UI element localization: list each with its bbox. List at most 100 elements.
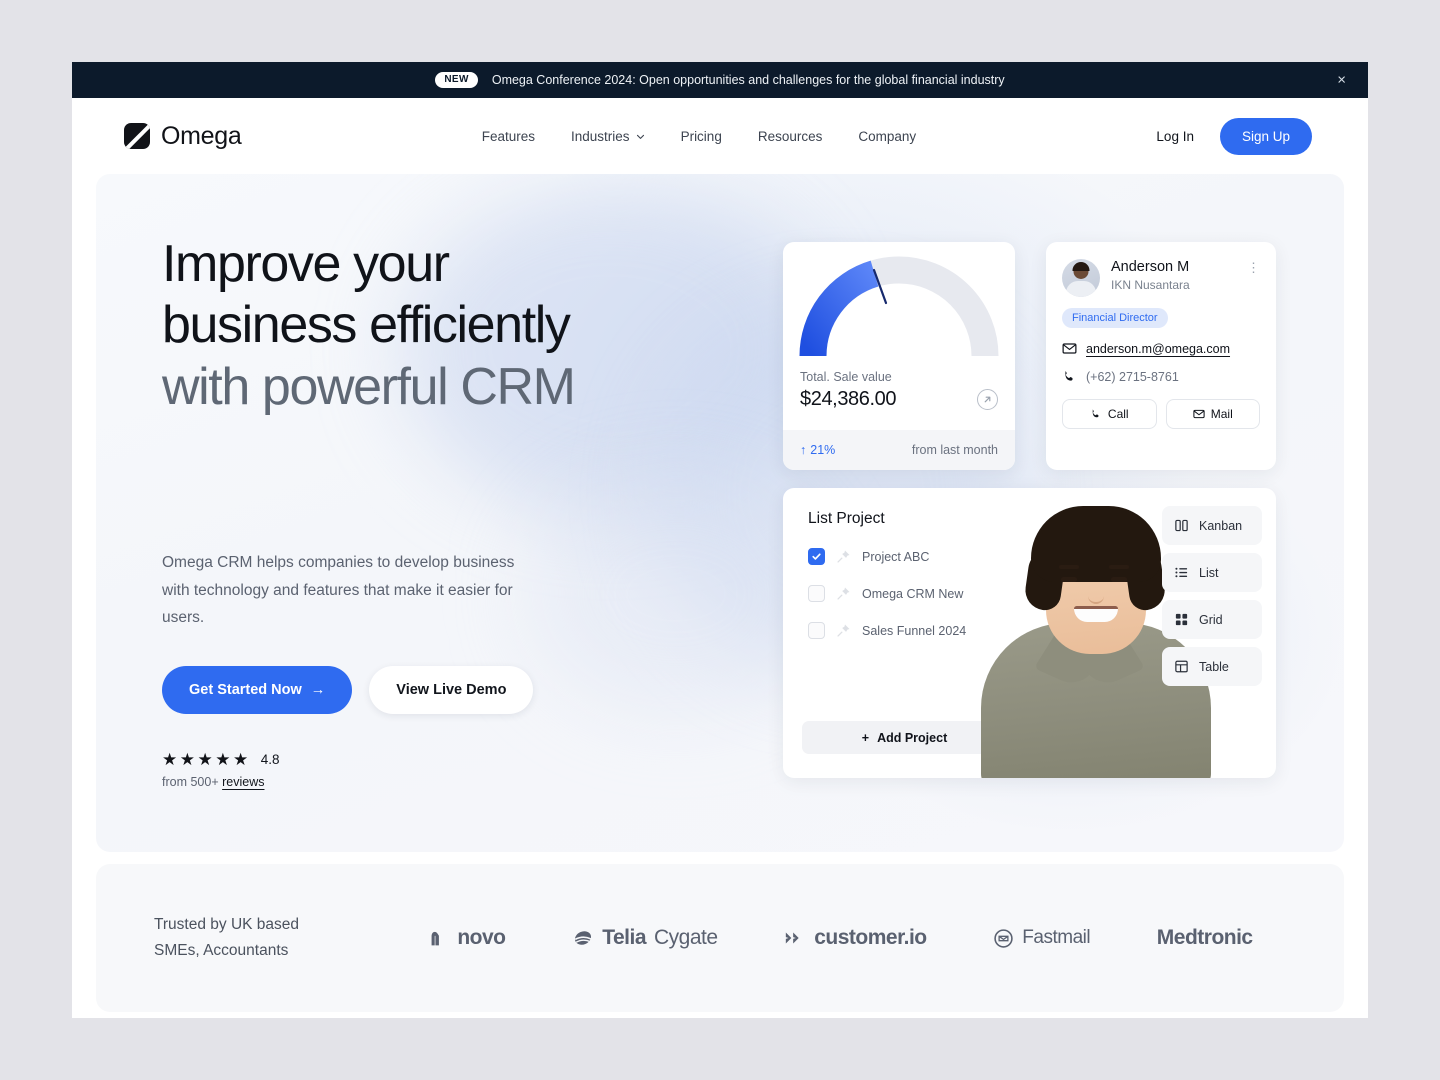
rating-score: 4.8 (260, 752, 280, 768)
brand-name: Omega (161, 121, 242, 150)
headline-line-3: with powerful CRM (162, 357, 576, 416)
gauge-footer: ↑ 21% from last month (783, 430, 1015, 470)
logo-label: Telia (602, 926, 646, 949)
announcement-banner: NEW Omega Conference 2024: Open opportun… (72, 62, 1368, 98)
arrow-up-icon: ↑ (800, 443, 807, 457)
contact-phone: (+62) 2715-8761 (1086, 369, 1179, 384)
sale-value-card: Total. Sale value $24,386.00 ↑ 21% from … (783, 242, 1015, 470)
brand-logo[interactable]: Omega (124, 121, 242, 151)
contact-phone-row: (+62) 2715-8761 (1062, 369, 1260, 384)
logo-customer-io: customer.io (784, 926, 927, 950)
list-icon (1175, 567, 1188, 578)
checkbox-checked-icon[interactable] (808, 548, 825, 565)
logo-label: customer.io (814, 926, 927, 949)
add-project-button[interactable]: + Add Project (802, 721, 1007, 754)
hero-section: Improve your business efficiently with p… (96, 174, 1344, 852)
nav-item-company[interactable]: Company (858, 129, 916, 144)
view-switcher: Kanban List Grid Table (1162, 506, 1262, 694)
get-started-button[interactable]: Get Started Now → (162, 665, 353, 714)
mail-icon (1062, 343, 1077, 354)
trusted-by-section: Trusted by UK based SMEs, Accountants no… (96, 864, 1344, 1012)
contact-email[interactable]: anderson.m@omega.com (1086, 342, 1230, 356)
signup-button[interactable]: Sign Up (1219, 117, 1312, 155)
pin-icon (837, 550, 850, 563)
get-started-label: Get Started Now (189, 681, 302, 698)
close-icon[interactable]: × (1337, 73, 1346, 88)
nav-item-features[interactable]: Features (482, 129, 535, 144)
kanban-icon (1175, 519, 1188, 532)
phone-icon (1092, 409, 1099, 418)
gauge-label: Total. Sale value (800, 370, 892, 384)
status-badge: Financial Director (1062, 308, 1168, 328)
logo-label: Fastmail (1022, 927, 1091, 948)
nav-item-label: Features (481, 128, 536, 144)
contact-actions: Call Mail (1062, 399, 1260, 429)
trusted-line-2: SMEs, Accountants (154, 942, 289, 959)
rating-subtext: from 500+ reviews (162, 775, 722, 789)
plus-icon: + (861, 730, 870, 745)
expand-arrow-icon[interactable] (977, 389, 998, 410)
view-option-list[interactable]: List (1162, 553, 1262, 592)
contact-org: IKN Nusantara (1111, 278, 1190, 292)
browser-page-frame: NEW Omega Conference 2024: Open opportun… (72, 62, 1368, 1018)
nav-actions: Log In Sign Up (1156, 117, 1312, 155)
avatar (1062, 259, 1100, 297)
announcement-content: NEW Omega Conference 2024: Open opportun… (435, 72, 1005, 88)
view-option-grid[interactable]: Grid (1162, 600, 1262, 639)
nav-item-label: Company (858, 128, 917, 144)
arrow-right-icon: → (310, 681, 326, 698)
view-option-label: Kanban (1199, 518, 1243, 533)
list-item[interactable]: Sales Funnel 2024 (808, 622, 983, 639)
login-link[interactable]: Log In (1156, 129, 1194, 144)
project-name: Project ABC (862, 549, 930, 564)
nav-item-label: Pricing (680, 128, 722, 144)
gauge-value-row: $24,386.00 (800, 388, 998, 411)
delta-note: from last month (911, 443, 998, 457)
view-option-label: Table (1199, 659, 1229, 674)
reviews-prefix: from 500+ (162, 774, 223, 789)
mail-label: Mail (1210, 407, 1233, 421)
nav-item-pricing[interactable]: Pricing (681, 129, 722, 144)
more-options-icon[interactable]: ⋮ (1247, 261, 1260, 274)
announcement-text: Omega Conference 2024: Open opportunitie… (491, 73, 1005, 87)
contact-email-row[interactable]: anderson.m@omega.com (1062, 341, 1260, 356)
checkbox-icon[interactable] (808, 585, 825, 602)
logo-label: Medtronic (1156, 926, 1253, 949)
logo-medtronic: Medtronic (1157, 926, 1253, 950)
star-icon: ★★★★★ (162, 749, 251, 769)
page-title: Improve your business efficiently with p… (162, 234, 722, 418)
hero-cta-row: Get Started Now → View Live Demo (162, 665, 722, 714)
delta-badge: ↑ 21% (800, 443, 835, 457)
grid-icon (1175, 613, 1188, 626)
headline-line-2: business efficiently (162, 296, 571, 355)
nav-item-resources[interactable]: Resources (758, 129, 823, 144)
fastmail-logo-icon (994, 928, 1013, 948)
list-item[interactable]: Project ABC (808, 548, 983, 565)
nav-item-label: Industries (571, 128, 630, 144)
nav-links: Features Industries Pricing Resources Co… (241, 129, 1156, 144)
gauge-chart (783, 242, 1015, 360)
contact-header: Anderson M IKN Nusantara ⋮ (1062, 259, 1260, 297)
mail-icon (1193, 409, 1205, 419)
novo-logo-icon (431, 931, 440, 946)
call-button[interactable]: Call (1062, 399, 1157, 429)
nav-item-industries[interactable]: Industries (571, 129, 645, 144)
mail-button[interactable]: Mail (1165, 399, 1260, 429)
view-option-label: List (1199, 565, 1219, 580)
contact-name: Anderson M (1111, 259, 1190, 275)
add-project-label: Add Project (877, 730, 948, 745)
contact-identity: Anderson M IKN Nusantara (1111, 259, 1190, 297)
trusted-line-1: Trusted by UK based (154, 916, 300, 934)
table-icon (1175, 660, 1188, 673)
list-item[interactable]: Omega CRM New (808, 585, 983, 602)
view-option-kanban[interactable]: Kanban (1162, 506, 1262, 545)
view-demo-button[interactable]: View Live Demo (369, 665, 534, 714)
logo-label-2: Cygate (654, 926, 718, 949)
reviews-link[interactable]: reviews (222, 775, 264, 789)
project-name: Sales Funnel 2024 (862, 623, 967, 638)
partner-logos: novo Telia Cygate customer.io Fastmail M… (384, 926, 1286, 950)
list-project-card: List Project Project ABC Omega CRM New S… (783, 488, 1276, 778)
view-option-table[interactable]: Table (1162, 647, 1262, 686)
checkbox-icon[interactable] (808, 622, 825, 639)
check-icon (812, 553, 821, 560)
